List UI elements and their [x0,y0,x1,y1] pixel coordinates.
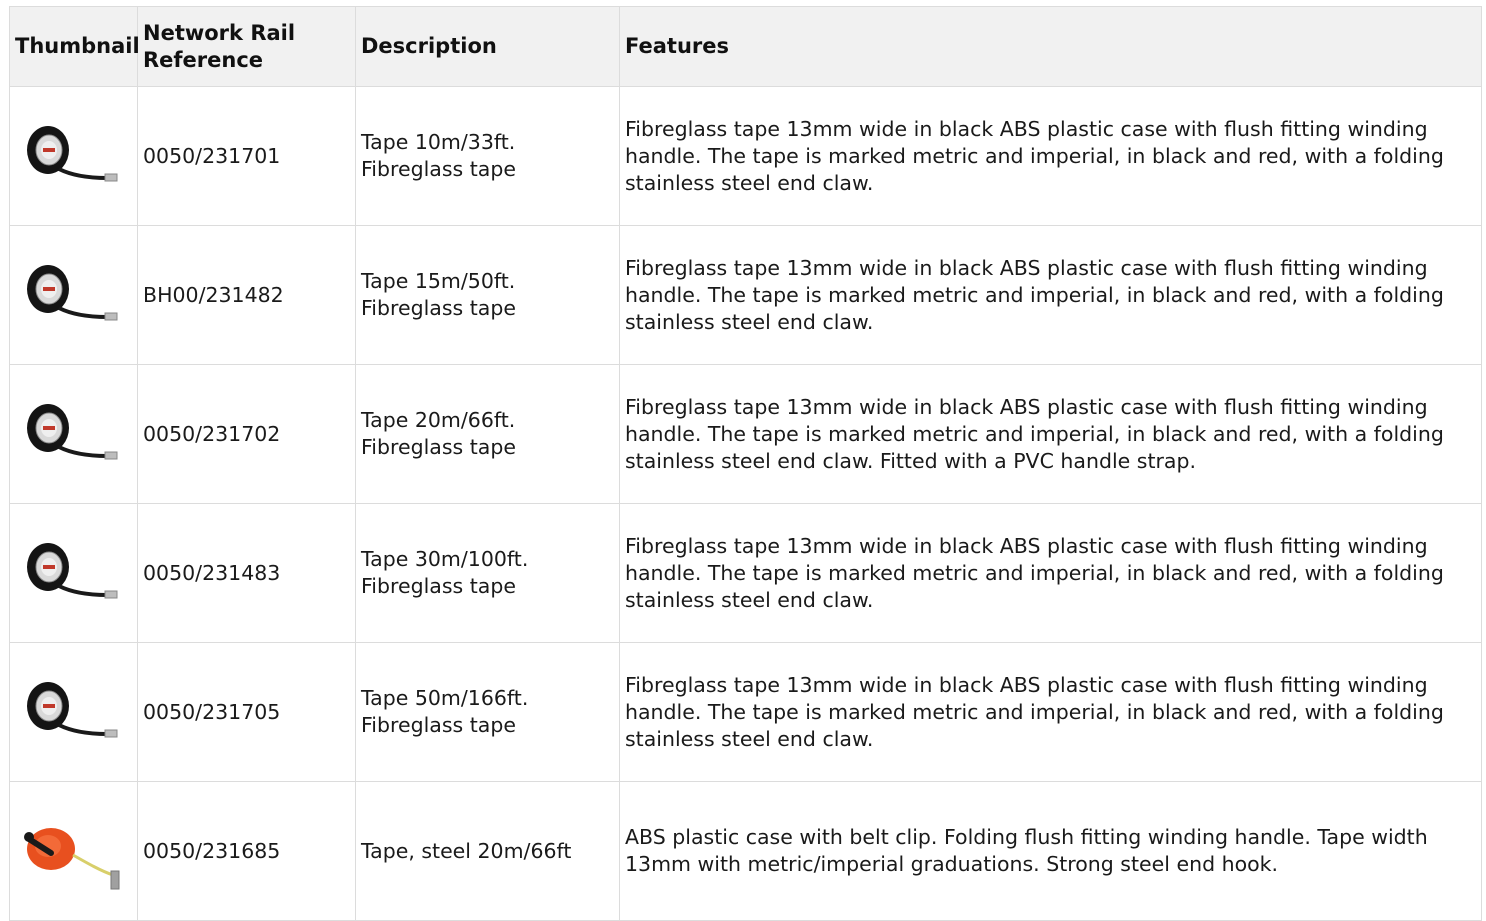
fibreglass-tape-measure-icon [27,682,118,738]
header-description: Description [355,6,620,87]
description-cell: Tape 15m/50ft. Fibreglass tape [355,225,620,365]
thumbnail-cell [9,781,138,921]
reference-cell: 0050/231483 [137,503,356,643]
reference-cell: 0050/231685 [137,781,356,921]
table-row: BH00/231482 Tape 15m/50ft. Fibreglass ta… [9,225,1482,365]
reference-cell: 0050/231701 [137,86,356,226]
reference-cell: 0050/231702 [137,364,356,504]
thumbnail-cell [9,225,138,365]
fibreglass-tape-measure-icon [27,543,118,599]
description-cell: Tape 50m/166ft. Fibreglass tape [355,642,620,782]
thumbnail-cell [9,364,138,504]
features-cell: Fibreglass tape 13mm wide in black ABS p… [619,364,1482,504]
features-cell: Fibreglass tape 13mm wide in black ABS p… [619,642,1482,782]
reference-cell: 0050/231705 [137,642,356,782]
header-features: Features [619,6,1482,87]
table-row: 0050/231685 Tape, steel 20m/66ft ABS pla… [9,781,1482,921]
features-cell: Fibreglass tape 13mm wide in black ABS p… [619,225,1482,365]
description-cell: Tape 30m/100ft. Fibreglass tape [355,503,620,643]
fibreglass-tape-measure-icon [27,265,118,321]
header-thumbnail: Thumbnail [9,6,140,87]
description-cell: Tape, steel 20m/66ft [355,781,620,921]
table-row: 0050/231701 Tape 10m/33ft. Fibreglass ta… [9,86,1482,226]
description-cell: Tape 10m/33ft. Fibreglass tape [355,86,620,226]
thumbnail-cell [9,86,138,226]
product-table: Thumbnail Network Rail Reference Descrip… [9,6,1482,921]
header-row: Thumbnail Network Rail Reference Descrip… [9,6,1482,87]
table-row: 0050/231705 Tape 50m/166ft. Fibreglass t… [9,642,1482,782]
features-cell: Fibreglass tape 13mm wide in black ABS p… [619,503,1482,643]
fibreglass-tape-measure-icon [27,126,118,182]
table-row: 0050/231702 Tape 20m/66ft. Fibreglass ta… [9,364,1482,504]
thumbnail-cell [9,503,138,643]
table-row: 0050/231483 Tape 30m/100ft. Fibreglass t… [9,503,1482,643]
table-header: Thumbnail Network Rail Reference Descrip… [9,6,1482,87]
fibreglass-tape-measure-icon [27,404,118,460]
features-cell: ABS plastic case with belt clip. Folding… [619,781,1482,921]
header-reference: Network Rail Reference [137,6,356,87]
features-cell: Fibreglass tape 13mm wide in black ABS p… [619,86,1482,226]
reference-cell: BH00/231482 [137,225,356,365]
thumbnail-cell [9,642,138,782]
steel-tape-measure-icon [24,828,120,890]
description-cell: Tape 20m/66ft. Fibreglass tape [355,364,620,504]
table-body: 0050/231701 Tape 10m/33ft. Fibreglass ta… [9,86,1482,921]
